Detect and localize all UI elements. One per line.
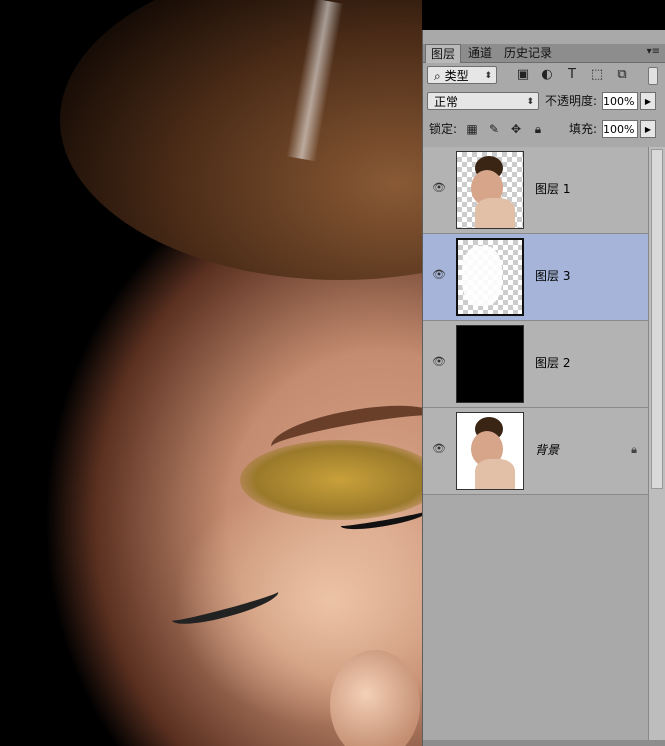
layer-row[interactable]: 👁︎ 图层 3 [423, 234, 649, 321]
layer-thumbnail [456, 151, 524, 229]
filter-toggle-switch[interactable] [648, 67, 658, 85]
shape-icon[interactable]: ⬚ [589, 68, 605, 82]
canvas-photo[interactable] [0, 0, 422, 746]
eyelash-lower [169, 581, 281, 631]
layer-name: 图层 1 [535, 182, 571, 196]
tab-layers[interactable]: 图层 [425, 44, 462, 63]
dropdown-arrow-icon: ⬍ [526, 97, 534, 107]
blend-mode-dropdown[interactable]: 正常 ⬍ [427, 92, 539, 110]
visibility-eye-icon[interactable]: 👁︎ [431, 268, 447, 284]
filter-row: ⌕ 类型 ⬍ ▣ ◐ T ⬚ ⧉ [423, 66, 665, 86]
layer-row[interactable]: 👁︎ 图层 1 [423, 147, 649, 234]
visibility-eye-icon[interactable]: 👁︎ [431, 355, 447, 371]
lock-transparency-icon[interactable]: ▦ [465, 122, 479, 136]
layer-thumbnail [456, 325, 524, 403]
filter-kind-dropdown[interactable]: ⌕ 类型 ⬍ [427, 66, 497, 84]
lock-icon: 🔒︎ [631, 443, 637, 456]
smart-object-icon[interactable]: ⧉ [614, 68, 630, 82]
image-icon[interactable]: ▣ [515, 68, 531, 82]
layer-row[interactable]: 👁︎ 图层 2 [423, 321, 649, 408]
lock-move-icon[interactable]: ✥ [509, 122, 523, 136]
opacity-slider-toggle[interactable]: ▶ [640, 92, 656, 110]
visibility-eye-icon[interactable]: 👁︎ [431, 181, 447, 197]
tab-history[interactable]: 历史记录 [499, 44, 557, 62]
lock-brush-icon[interactable]: ✎ [487, 122, 501, 136]
layers-panel: 图层 通道 历史记录 ▾≡ ⌕ 类型 ⬍ ▣ ◐ T ⬚ ⧉ 正常 ⬍ 不透明度… [422, 30, 665, 746]
scrollbar-thumb[interactable] [651, 149, 663, 489]
fill-slider-toggle[interactable]: ▶ [640, 120, 656, 138]
hair-region [60, 0, 422, 280]
blend-mode-label: 正常 [434, 95, 459, 109]
panel-tabs: 图层 通道 历史记录 ▾≡ [423, 44, 665, 63]
nose [330, 650, 420, 746]
lock-all-icon[interactable]: 🔒︎ [531, 122, 545, 136]
lock-label: 锁定: [429, 122, 458, 136]
opacity-label: 不透明度: [545, 94, 598, 108]
fill-field[interactable]: 100% [602, 120, 638, 138]
opacity-field[interactable]: 100% [602, 92, 638, 110]
lock-row: 锁定: ▦ ✎ ✥ 🔒︎ 填充: 100% ▶ [423, 120, 665, 140]
dropdown-arrow-icon: ⬍ [484, 71, 492, 81]
panel-menu-icon[interactable]: ▾≡ [647, 46, 660, 57]
blend-row: 正常 ⬍ 不透明度: 100% ▶ [423, 92, 665, 112]
search-icon: ⌕ [434, 69, 441, 83]
filter-kind-label: 类型 [444, 69, 469, 83]
tab-channels[interactable]: 通道 [463, 44, 497, 62]
adjustment-icon[interactable]: ◐ [539, 68, 555, 82]
type-icon[interactable]: T [564, 68, 580, 82]
layers-scrollbar[interactable] [648, 147, 665, 745]
layer-name: 图层 2 [535, 356, 571, 370]
panel-bottom-bar [423, 740, 665, 746]
layer-thumbnail [456, 412, 524, 490]
layer-row[interactable]: 👁︎ 背景 🔒︎ [423, 408, 649, 495]
layer-name: 背景 [535, 443, 560, 457]
visibility-eye-icon[interactable]: 👁︎ [431, 442, 447, 458]
layer-thumbnail [456, 238, 524, 316]
layer-name: 图层 3 [535, 269, 571, 283]
fill-label: 填充: [569, 122, 598, 136]
